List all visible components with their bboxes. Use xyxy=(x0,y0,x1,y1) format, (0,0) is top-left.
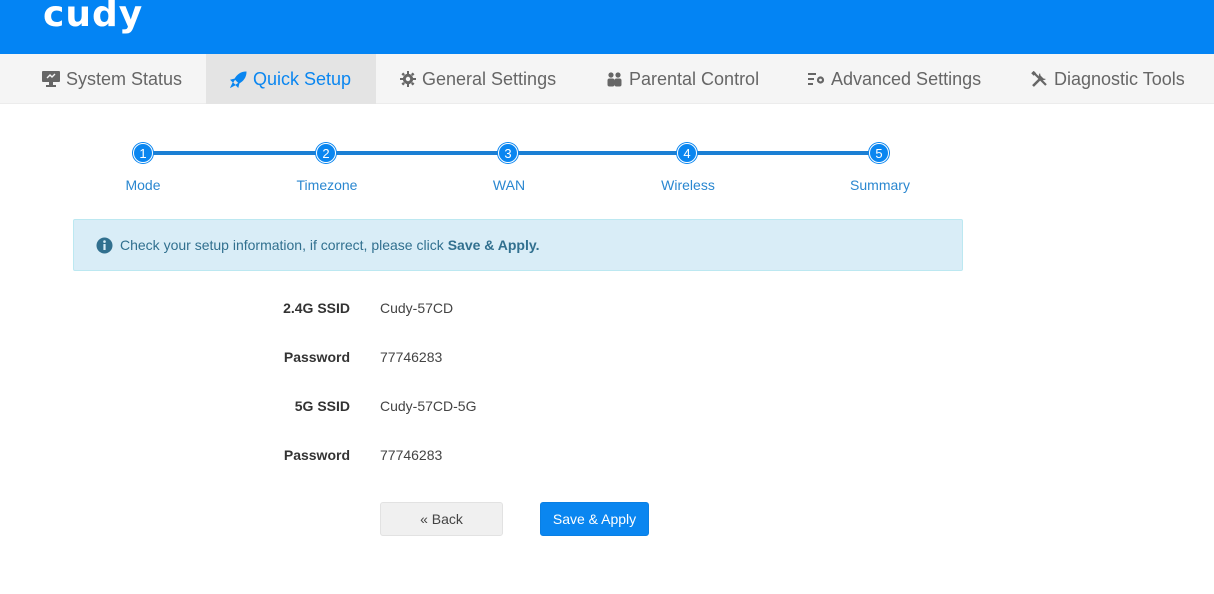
step-1-marker: 1 xyxy=(133,143,153,163)
step-5-marker: 5 xyxy=(869,143,889,163)
nav-quick-setup[interactable]: Quick Setup xyxy=(206,54,376,104)
back-button[interactable]: « Back xyxy=(380,502,503,536)
step-4-label: Wireless xyxy=(661,177,715,193)
nav-label-advanced-settings: Advanced Settings xyxy=(831,68,982,89)
nav-label-system-status: System Status xyxy=(66,68,183,89)
info-alert: Check your setup information, if correct… xyxy=(73,219,963,271)
nav-advanced-settings[interactable]: Advanced Settings xyxy=(780,54,1002,104)
step-2-label: Timezone xyxy=(296,177,358,193)
nav-parental-control[interactable]: Parental Control xyxy=(576,54,780,104)
save-apply-button[interactable]: Save & Apply xyxy=(540,502,649,536)
nav-system-status[interactable]: System Status xyxy=(0,54,206,104)
password-5g-value: 77746283 xyxy=(380,447,443,463)
step-5-label: Summary xyxy=(850,177,910,193)
password-5g-label: Password xyxy=(283,447,350,463)
nav-general-settings[interactable]: General Settings xyxy=(376,54,576,104)
step-1-label: Mode xyxy=(125,177,161,193)
alert-emphasis: Save & Apply. xyxy=(447,237,540,253)
ssid-24g-label: 2.4G SSID xyxy=(283,300,350,316)
nav-label-diagnostic-tools: Diagnostic Tools xyxy=(1054,68,1185,89)
ssid-5g-label: 5G SSID xyxy=(294,398,350,414)
gear-icon xyxy=(400,71,416,87)
setup-stepper: 1 2 3 4 5 Mode Timezone WAN Wireless Sum… xyxy=(0,140,1214,200)
main-nav: System Status Quick Setup General Settin… xyxy=(0,54,1214,104)
users-icon xyxy=(606,71,623,87)
step-3-label: WAN xyxy=(492,177,526,193)
step-3-marker: 3 xyxy=(498,143,518,163)
alert-text: Check your setup information, if correct… xyxy=(120,237,444,253)
ssid-5g-value: Cudy-57CD-5G xyxy=(380,398,477,414)
rocket-icon xyxy=(230,70,247,88)
monitor-icon xyxy=(42,71,60,87)
top-header: cudy xyxy=(0,0,1214,54)
password-24g-value: 77746283 xyxy=(380,349,443,365)
ssid-24g-value: Cudy-57CD xyxy=(380,300,454,316)
tools-icon xyxy=(1031,70,1048,88)
step-4-marker: 4 xyxy=(677,143,697,163)
nav-label-general-settings: General Settings xyxy=(422,68,557,89)
info-circle-icon xyxy=(96,237,113,254)
cudy-logo[interactable]: cudy xyxy=(43,0,143,35)
nav-diagnostic-tools[interactable]: Diagnostic Tools xyxy=(1002,54,1214,104)
nav-label-quick-setup: Quick Setup xyxy=(253,68,352,89)
step-2-marker: 2 xyxy=(316,143,336,163)
settings-list-icon xyxy=(808,72,825,86)
password-24g-label: Password xyxy=(283,349,350,365)
nav-label-parental-control: Parental Control xyxy=(629,68,760,89)
